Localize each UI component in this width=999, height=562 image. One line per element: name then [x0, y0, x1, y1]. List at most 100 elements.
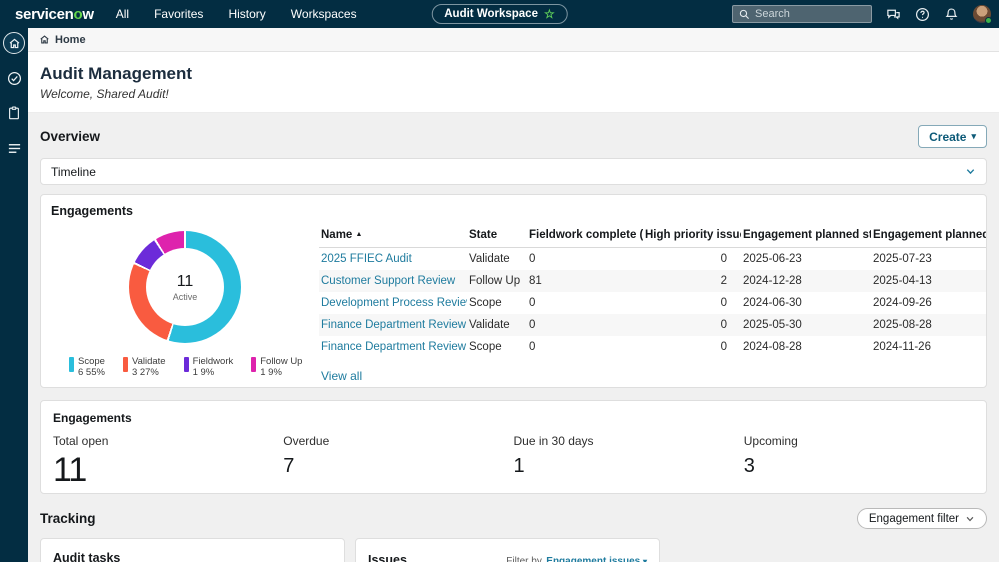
rail-audits-button[interactable]: [3, 102, 25, 124]
stat-due-30-value: 1: [513, 455, 525, 477]
legend-label: Fieldwork: [192, 356, 234, 367]
servicenow-logo[interactable]: servicenow: [15, 6, 94, 23]
col-state[interactable]: State: [467, 225, 527, 248]
timeline-panel[interactable]: Timeline: [40, 158, 987, 185]
page-header: Audit Management Welcome, Shared Audit!: [28, 52, 999, 113]
global-search[interactable]: [732, 5, 872, 23]
legend-swatch: [122, 357, 128, 372]
legend-label: Validate: [131, 356, 166, 367]
stat-upcoming-value: 3: [743, 455, 755, 477]
col-planned-end[interactable]: Engagement planned end: [871, 225, 986, 248]
overview-section: Overview Create ▾ Timeline Engagements 1…: [28, 113, 999, 562]
stat-due-30: Due in 30 days 1: [514, 434, 744, 490]
engagement-name-link[interactable]: Finance Department Review Q1: [319, 314, 467, 336]
breadcrumb: Home: [28, 28, 999, 52]
home-breadcrumb-icon: [40, 35, 49, 44]
create-button[interactable]: Create ▾: [918, 125, 987, 148]
engagement-fieldwork: 0: [529, 341, 536, 353]
workspace-tab[interactable]: Audit Workspace ☆: [431, 4, 568, 24]
engagements-table: Name ▲ State Fieldwork complete (%) High…: [319, 225, 986, 358]
page-title: Audit Management: [40, 64, 193, 83]
engagement-state: Validate: [469, 253, 510, 265]
legend-label: Scope: [78, 356, 105, 367]
nav-item-favorites[interactable]: Favorites: [154, 7, 203, 21]
legend-item[interactable]: Fieldwork 1 9%: [183, 356, 234, 379]
legend-value: 3 27%: [131, 367, 159, 379]
engagement-filter-button[interactable]: Engagement filter: [856, 508, 987, 529]
engagement-name-link[interactable]: Development Process Review: [321, 297, 467, 309]
legend-swatch: [251, 357, 257, 372]
engagement-fieldwork: 0: [529, 297, 536, 309]
engagements-card-title: Engagements: [51, 204, 133, 218]
stat-total-open: Total open 11: [53, 434, 283, 490]
engagement-state: Scope: [469, 341, 502, 353]
rail-home-button[interactable]: [3, 32, 25, 54]
notifications-icon[interactable]: [944, 7, 959, 22]
legend-item[interactable]: Validate 3 27%: [122, 356, 166, 379]
engagement-name-link[interactable]: Finance Department Review Q2: [321, 341, 467, 353]
engagement-row: Finance Department Review Q2Scope 0 0 2024-…: [319, 336, 986, 358]
engagement-row: Finance Department Review Q1Validate 0 0 20…: [319, 314, 986, 336]
donut-center: 11 Active: [146, 248, 224, 326]
chat-icon[interactable]: [886, 7, 901, 22]
audit-tasks-title: Audit tasks: [53, 551, 121, 562]
nav-item-history[interactable]: History: [228, 7, 265, 21]
legend-item[interactable]: Scope 6 55%: [69, 356, 105, 379]
top-nav: servicenow All Favorites History Workspa…: [0, 0, 999, 28]
user-avatar[interactable]: [973, 5, 992, 24]
col-high-priority[interactable]: High priority issues: [643, 225, 741, 248]
stat-overdue: Overdue 7: [283, 434, 513, 490]
rail-tasks-button[interactable]: [3, 67, 25, 89]
breadcrumb-home[interactable]: Home: [55, 34, 86, 46]
nav-menu: All Favorites History Workspaces: [116, 7, 357, 21]
view-all-link[interactable]: View all: [321, 369, 362, 383]
help-icon[interactable]: [915, 7, 930, 22]
engagement-end: 2024-11-26: [873, 341, 931, 353]
left-rail: [0, 28, 28, 562]
engagement-start: 2024-06-30: [743, 297, 802, 309]
engagement-end: 2025-04-13: [873, 275, 932, 287]
workspace-tab-label: Audit Workspace: [444, 8, 538, 20]
engagement-end: 2025-07-23: [873, 253, 932, 265]
engagement-end: 2025-08-28: [873, 319, 932, 331]
engagement-name-link[interactable]: Finance Department Review Q2: [319, 336, 467, 358]
nav-item-all[interactable]: All: [116, 7, 129, 21]
issues-filter-link[interactable]: Engagement issues ▾: [546, 556, 647, 562]
col-fieldwork[interactable]: Fieldwork complete (%): [527, 225, 643, 248]
donut-total: 11: [176, 272, 194, 290]
engagement-name-link[interactable]: Finance Department Review Q1: [321, 319, 467, 331]
chevron-down-icon[interactable]: [965, 166, 976, 177]
engagements-table-section: Name ▲ State Fieldwork complete (%) High…: [319, 218, 986, 385]
issues-title: Issues: [368, 553, 407, 562]
legend-item[interactable]: Follow Up 1 9%: [251, 356, 302, 379]
engagement-start: 2024-08-28: [743, 341, 802, 353]
legend-swatch: [69, 357, 74, 372]
rail-list-button[interactable]: [3, 137, 25, 159]
engagement-start: 2025-05-30: [743, 319, 802, 331]
issues-card: Issues Filter by Engagement issues ▾: [355, 538, 660, 562]
summary-card-title: Engagements: [53, 411, 132, 425]
search-input[interactable]: [755, 8, 865, 20]
col-name[interactable]: Name ▲: [319, 225, 467, 248]
engagement-issues: 0: [720, 341, 727, 353]
engagement-row: 2025 FFIEC Audit Validate 0 0 2025-06-23 2025…: [319, 248, 986, 271]
main-content: Home Audit Management Welcome, Shared Au…: [28, 28, 999, 562]
nav-item-workspaces[interactable]: Workspaces: [291, 7, 357, 21]
list-icon: [8, 143, 20, 153]
engagement-name-link[interactable]: Development Process Review: [319, 292, 467, 314]
engagement-fieldwork: 81: [529, 275, 542, 287]
engagement-name-link[interactable]: 2025 FFIEC Audit: [321, 253, 412, 265]
engagement-state: Scope: [469, 297, 502, 309]
engagement-name-link[interactable]: Customer Support Review: [319, 270, 467, 292]
check-circle-icon: [7, 71, 21, 85]
engagement-issues: 0: [720, 319, 727, 331]
caret-down-icon: ▾: [642, 557, 647, 562]
engagement-name-link[interactable]: 2025 FFIEC Audit: [319, 248, 467, 271]
chevron-down-icon: [966, 516, 974, 521]
engagement-row: Development Process Review Scope 0 0 2024-06…: [319, 292, 986, 314]
favorite-star-icon[interactable]: ☆: [544, 8, 555, 20]
engagements-donut-section: 11 Active Scope 6 55% Validate 3 27% Fieldwo…: [51, 218, 319, 385]
col-planned-start[interactable]: Engagement planned start: [741, 225, 871, 248]
engagement-name-link[interactable]: Customer Support Review: [321, 275, 455, 287]
stat-total-open-value: 11: [53, 451, 87, 489]
